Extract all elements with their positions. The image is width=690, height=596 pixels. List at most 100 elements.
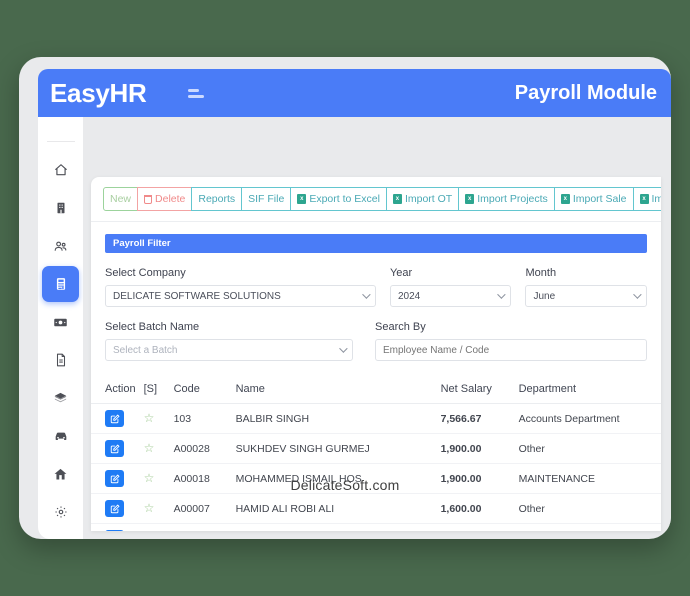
row-star-cell: ☆: [139, 523, 170, 531]
excel-icon: x: [639, 194, 649, 204]
star-icon[interactable]: ☆: [144, 411, 155, 425]
row-net-salary: 7,566.67: [436, 403, 515, 434]
row-net-salary: 3,900.00: [436, 523, 515, 531]
month-field-group: Month June: [525, 267, 648, 307]
row-net-salary: 1,900.00: [436, 463, 515, 494]
row-net-salary: 1,900.00: [436, 433, 515, 464]
year-select[interactable]: 2024: [389, 285, 512, 307]
table-row[interactable]: ☆ 103 BALBIR SINGH 7,566.67 Accounts Departm…: [91, 403, 661, 434]
toolbar-button-sif-file[interactable]: SIF File: [241, 187, 292, 211]
excel-icon: x: [465, 194, 475, 204]
sidebar-item-vehicles[interactable]: [42, 418, 79, 454]
company-value: DELICATE SOFTWARE SOLUTIONS: [113, 290, 281, 302]
sidebar-item-employees[interactable]: [42, 228, 79, 264]
table-row[interactable]: ☆ A00007 HAMID ALI ROBI ALI 1,600.00 Other: [91, 493, 661, 524]
search-label: Search By: [375, 321, 426, 333]
sidebar-item-documents[interactable]: [42, 342, 79, 378]
action-toolbar: New Delete Reports SIF File x Export to Excel…: [91, 177, 661, 221]
toolbar-button-reports[interactable]: Reports: [191, 187, 243, 211]
company-select[interactable]: DELICATE SOFTWARE SOLUTIONS: [105, 285, 376, 307]
page-title: Payroll Module: [514, 81, 657, 104]
sidebar-item-finance[interactable]: [42, 304, 79, 340]
star-icon[interactable]: ☆: [144, 471, 155, 485]
car-icon: [53, 428, 69, 444]
col-net-salary: Net Salary: [436, 377, 515, 404]
document-icon: [54, 353, 68, 367]
star-icon[interactable]: ☆: [144, 501, 155, 515]
filter-row-2: Select Batch Name Select a Batch Search …: [105, 321, 647, 361]
row-net-salary: 1,600.00: [436, 493, 515, 524]
excel-icon: x: [392, 194, 402, 204]
row-action-cell: [91, 403, 140, 434]
toolbar-button-new[interactable]: New: [103, 187, 139, 211]
table-row[interactable]: ☆A00030VIRGIL CUNANAN OTRERA3,900.00Acco…: [91, 523, 661, 531]
gear-icon: [54, 505, 68, 519]
toolbar-button-label: Import Projects: [477, 193, 548, 205]
app-header: EasyHR Payroll Module: [38, 69, 671, 117]
scroll-gutter[interactable]: [661, 177, 671, 531]
batch-field-group: Select Batch Name Select a Batch: [105, 321, 353, 361]
table-row[interactable]: ☆ A00028 SUKHDEV SINGH GURMEJ 1,900.00 Other: [91, 433, 661, 464]
filter-section-title: Payroll Filter: [105, 234, 647, 253]
edit-button[interactable]: [105, 470, 124, 487]
row-department: Accounts Department: [514, 403, 661, 434]
toolbar-button-label: New: [110, 193, 132, 205]
edit-button[interactable]: [105, 410, 124, 427]
col-action: Action: [91, 377, 140, 404]
row-action-cell: [91, 523, 140, 531]
toolbar-button-import-allowances[interactable]: xImport Allowances: [632, 187, 661, 211]
hamburger-icon[interactable]: [188, 88, 206, 98]
payroll-panel: New Delete Reports SIF File x Export to Excel…: [91, 177, 661, 531]
chevron-down-icon: [497, 290, 507, 299]
toolbar-button-import-sale[interactable]: x Import Sale: [553, 187, 634, 211]
sidebar-item-company[interactable]: [42, 190, 79, 226]
row-name: MOHAMMED ISMAIL HOS: [231, 463, 437, 494]
row-department: Other: [514, 433, 661, 464]
sidebar-item-payroll[interactable]: [42, 266, 79, 302]
table-header: Action [S] Code Name Net Salary Departme…: [91, 377, 661, 404]
edit-button[interactable]: [105, 440, 124, 457]
sidebar-item-settings[interactable]: [42, 494, 79, 530]
edit-button[interactable]: [105, 500, 124, 517]
company-label: Select Company: [105, 267, 186, 279]
sidebar-item-properties[interactable]: [42, 456, 79, 492]
table-body: ☆ 103 BALBIR SINGH 7,566.67 Accounts Departm…: [91, 403, 661, 531]
search-input[interactable]: [375, 339, 647, 361]
row-star-cell: ☆: [139, 493, 170, 524]
sidebar-item-dashboard[interactable]: [42, 152, 79, 188]
company-field-group: Select Company DELICATE SOFTWARE SOLUTIO…: [105, 267, 376, 307]
row-action-cell: [91, 433, 140, 464]
filter-row-1: Select Company DELICATE SOFTWARE SOLUTIO…: [105, 267, 648, 307]
row-code: A00028: [169, 433, 232, 464]
toolbar-button-export-to-excel[interactable]: x Export to Excel: [290, 187, 387, 211]
row-name: HAMID ALI ROBI ALI: [231, 493, 437, 524]
star-icon[interactable]: ☆: [144, 441, 155, 455]
edit-button[interactable]: [105, 530, 124, 531]
batch-select[interactable]: Select a Batch: [105, 339, 353, 361]
col-department: Department: [514, 377, 661, 404]
toolbar-button-delete[interactable]: Delete: [137, 187, 193, 211]
table-row[interactable]: ☆ A00018 MOHAMMED ISMAIL HOS 1,900.00 MAINTE…: [91, 463, 661, 494]
calculator-icon: [54, 277, 68, 291]
sidebar-item-admin[interactable]: [42, 532, 79, 539]
excel-icon: x: [297, 194, 307, 204]
sidebar-item-assets[interactable]: [42, 380, 79, 416]
toolbar-button-label: SIF File: [248, 193, 285, 205]
row-department: MAINTENANCE: [514, 463, 661, 494]
layers-icon: [53, 391, 68, 406]
row-star-cell: ☆: [139, 463, 170, 494]
toolbar-button-label: Import OT: [404, 193, 453, 205]
month-select[interactable]: June: [525, 285, 648, 307]
col-name: Name: [231, 377, 437, 404]
users-icon: [53, 239, 68, 254]
trash-icon: [144, 194, 153, 204]
chevron-down-icon: [362, 290, 371, 299]
toolbar-button-label: Import Allowances: [651, 193, 661, 205]
toolbar-button-import-projects[interactable]: x Import Projects: [458, 187, 555, 211]
row-department: Other: [514, 493, 661, 524]
row-code: A00007: [169, 493, 232, 524]
row-name: BALBIR SINGH: [231, 403, 437, 434]
chevron-down-icon: [633, 290, 642, 299]
col-star: [S]: [139, 377, 170, 404]
toolbar-button-import-ot[interactable]: x Import OT: [385, 187, 460, 211]
